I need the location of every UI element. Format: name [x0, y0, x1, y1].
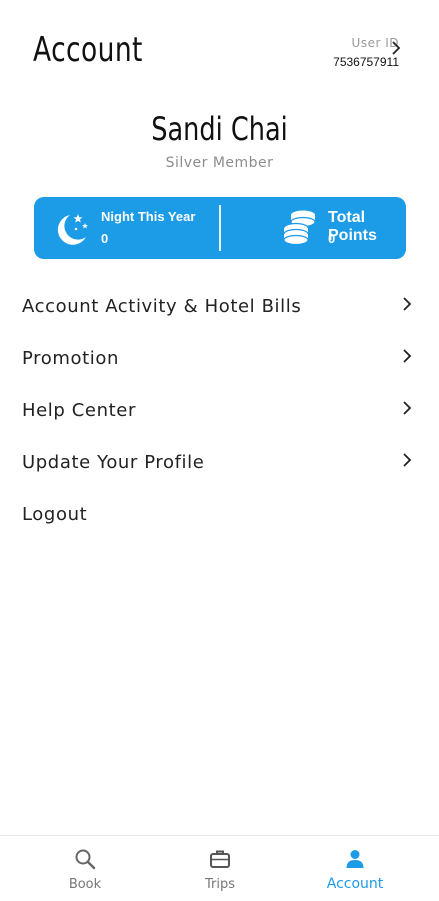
- page-title: Account: [33, 30, 143, 70]
- menu-item-promotion[interactable]: Promotion: [0, 336, 439, 388]
- member-tier: Silver Member: [165, 155, 274, 171]
- stat-nights-label: Night This Year: [101, 209, 196, 224]
- chevron-right-icon[interactable]: [389, 40, 403, 56]
- briefcase-icon: [210, 850, 230, 868]
- menu-item-label: Help Center: [22, 400, 136, 421]
- stat-nights[interactable]: Night This Year 0: [34, 197, 218, 259]
- menu-item-label: Logout: [22, 504, 88, 525]
- chevron-right-icon: [403, 453, 412, 467]
- stat-points-label: Total Points: [328, 209, 377, 244]
- tab-book[interactable]: Book: [12, 836, 158, 901]
- tab-trips[interactable]: Trips: [147, 836, 293, 901]
- account-menu: Account Activity & Hotel Bills Promotion…: [0, 284, 439, 544]
- search-icon: [75, 849, 96, 870]
- chevron-right-icon: [403, 297, 412, 311]
- menu-item-label: Promotion: [22, 348, 119, 369]
- tab-label: Account: [326, 876, 384, 892]
- tab-label: Book: [68, 877, 102, 892]
- menu-item-logout[interactable]: Logout: [0, 492, 439, 544]
- moon-stars-icon: [57, 214, 88, 245]
- stat-points-value: 0: [328, 231, 336, 246]
- chevron-right-icon: [403, 401, 412, 415]
- menu-item-label: Update Your Profile: [22, 452, 205, 473]
- menu-item-account-activity[interactable]: Account Activity & Hotel Bills: [0, 284, 439, 336]
- menu-item-update-profile[interactable]: Update Your Profile: [0, 440, 439, 492]
- tab-label: Trips: [204, 877, 235, 892]
- bottom-tab-bar: Book Trips Account: [0, 835, 439, 901]
- tab-account[interactable]: Account: [282, 836, 428, 901]
- stats-card: Night This Year 0 Total Points 0: [34, 197, 406, 259]
- person-icon: [346, 850, 364, 868]
- menu-item-help-center[interactable]: Help Center: [0, 388, 439, 440]
- stat-points[interactable]: Total Points 0: [222, 197, 406, 259]
- header: Account User ID 7536757911: [0, 0, 439, 100]
- coins-stack-icon: [283, 210, 316, 246]
- user-id-value: 7536757911: [333, 55, 399, 69]
- stats-divider: [219, 205, 221, 251]
- member-name: Sandi Chai: [151, 110, 288, 148]
- chevron-right-icon: [403, 349, 412, 363]
- menu-item-label: Account Activity & Hotel Bills: [22, 296, 302, 317]
- stat-nights-value: 0: [101, 231, 109, 246]
